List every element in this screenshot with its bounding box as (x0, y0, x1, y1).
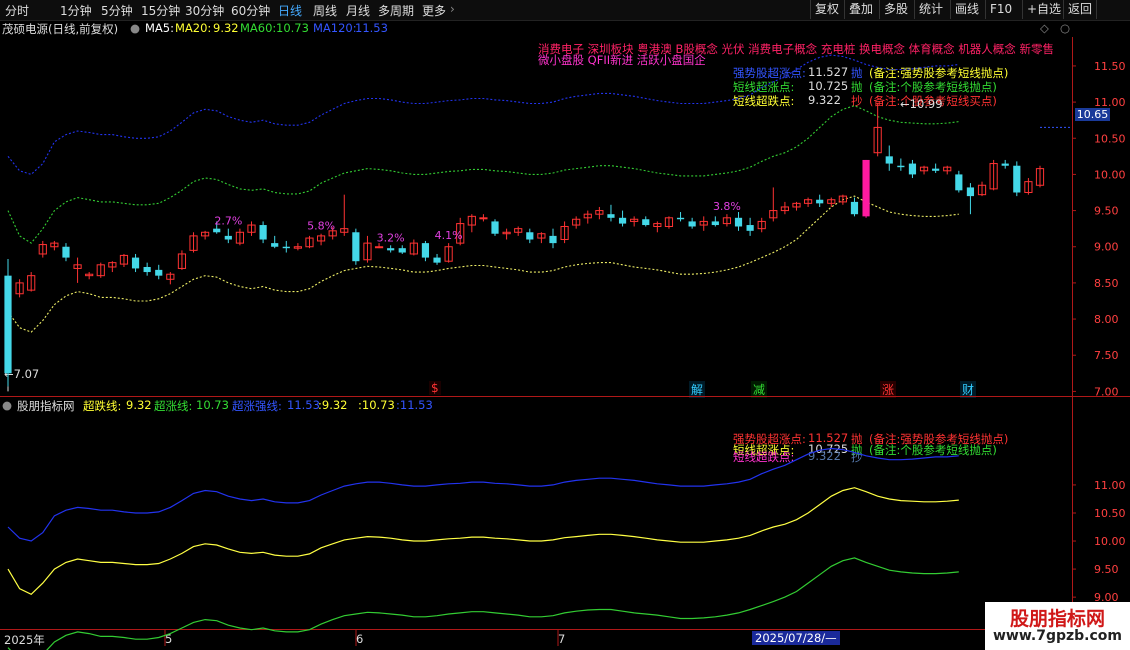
candle-body (352, 232, 360, 262)
candle-body (862, 159, 870, 217)
band-upper-blue (7, 54, 959, 176)
candle-body (526, 232, 534, 240)
candle-body (131, 257, 140, 269)
price-tick-label: 11.50 (1094, 60, 1126, 73)
indicator-series-line (7, 557, 959, 650)
candle-body (908, 163, 917, 175)
indicator-tick-label: 11.00 (1094, 479, 1126, 492)
candle-body (491, 221, 499, 234)
candle-body (955, 174, 963, 191)
candle-body (676, 217, 685, 220)
price-tick-label: 8.50 (1094, 277, 1119, 290)
candle-body (549, 235, 557, 244)
pct-change-label: 4.1% (435, 229, 463, 242)
pct-change-label: 5.8% (307, 220, 335, 233)
candle-body (62, 246, 70, 258)
indicator-series-line (7, 447, 959, 542)
pct-change-label: 3.8% (713, 200, 741, 213)
candle-body (618, 217, 627, 224)
candle-body (734, 217, 743, 227)
candle-body (746, 225, 754, 231)
candle-body (479, 217, 488, 220)
candle-body (4, 275, 12, 374)
indicator-tick-label: 10.50 (1094, 507, 1126, 520)
price-tick-label: 8.00 (1094, 313, 1119, 326)
candle-body (155, 269, 163, 276)
candle-body (421, 243, 430, 258)
candle-body (387, 248, 395, 251)
candle-body (885, 156, 893, 164)
price-tick-label: 10.00 (1094, 168, 1126, 181)
watermark-url: www.7gpzb.com (992, 628, 1122, 644)
candle-body (143, 266, 151, 273)
candle-body (932, 168, 940, 171)
price-tick-label: 7.50 (1094, 349, 1119, 362)
candle-body (1013, 165, 1021, 193)
candle-body (259, 225, 267, 240)
candle-body (966, 187, 975, 197)
indicator-tick-label: 9.50 (1094, 563, 1119, 576)
indicator-series-line (7, 487, 959, 596)
candle-body (224, 235, 232, 240)
candle-body (374, 246, 384, 249)
candle-body (433, 257, 441, 263)
watermark-title: 股朋指标网 (1009, 608, 1105, 630)
candle-body (711, 221, 719, 226)
candle-body (642, 219, 650, 226)
price-tick-label: 7.00 (1094, 385, 1119, 398)
candle-body (1001, 163, 1009, 166)
price-tick-label: 9.00 (1094, 241, 1119, 254)
candle-body (897, 165, 905, 168)
candle-body (816, 199, 824, 204)
pct-change-label: 3.2% (377, 231, 405, 244)
candle-body (398, 248, 406, 253)
candle-body (850, 201, 859, 215)
price-tick-label: 10.50 (1094, 132, 1126, 145)
candle-body (607, 214, 615, 218)
price-tick-label: 11.00 (1094, 96, 1126, 109)
candle-body (271, 243, 279, 247)
site-watermark: 股朋指标网 www.7gpzb.com (985, 602, 1130, 650)
price-tick-label: 9.50 (1094, 205, 1119, 218)
indicator-tick-label: 10.00 (1094, 535, 1126, 548)
candle-body (688, 221, 696, 227)
kline-chart[interactable]: 7.00 7.50 8.00 8.50 9.00 9.50 10.00 10.50 11.00 1… (0, 0, 1130, 650)
pct-change-label: 2.7% (214, 215, 242, 228)
candle-body (282, 246, 290, 249)
candle-body (213, 228, 221, 233)
band-middle-green (7, 105, 959, 244)
